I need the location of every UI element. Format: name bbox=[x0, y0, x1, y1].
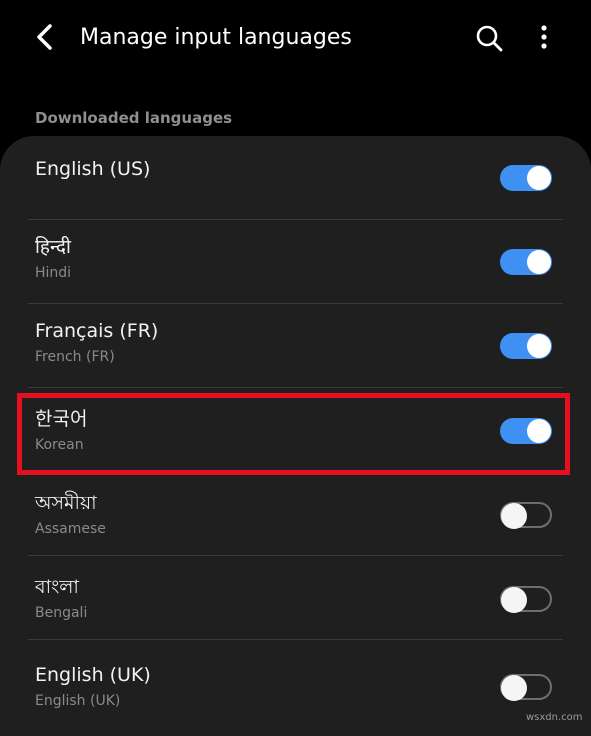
toggle-knob bbox=[527, 250, 551, 274]
back-button[interactable] bbox=[26, 18, 66, 58]
language-toggle[interactable] bbox=[500, 502, 552, 529]
language-toggle[interactable] bbox=[500, 674, 552, 701]
section-header: Downloaded languages bbox=[35, 109, 233, 127]
more-options-button[interactable] bbox=[524, 18, 564, 58]
toggle-knob bbox=[501, 587, 527, 613]
language-name: English (US) bbox=[35, 158, 151, 180]
watermark: wsxdn.com bbox=[526, 712, 583, 723]
language-name: हिन्दी bbox=[35, 236, 71, 258]
language-subtitle: Bengali bbox=[35, 605, 88, 621]
page-title: Manage input languages bbox=[80, 25, 352, 50]
toggle-knob bbox=[501, 675, 527, 701]
language-list-card: English (US) हिन्दी Hindi Français (FR) … bbox=[0, 136, 591, 736]
language-subtitle: English (UK) bbox=[35, 693, 121, 709]
toggle-knob bbox=[527, 166, 551, 190]
language-toggle[interactable] bbox=[500, 586, 552, 613]
language-row-korean[interactable]: 한국어 Korean bbox=[0, 388, 591, 472]
language-subtitle: Korean bbox=[35, 437, 84, 453]
toggle-knob bbox=[527, 334, 551, 358]
app-bar: Manage input languages bbox=[0, 0, 591, 78]
language-toggle[interactable] bbox=[500, 333, 552, 359]
language-row-assamese[interactable]: অসমীয়া Assamese bbox=[0, 472, 591, 556]
language-name: English (UK) bbox=[35, 664, 151, 686]
language-name: বাংলা bbox=[35, 576, 79, 598]
language-name: Français (FR) bbox=[35, 320, 159, 342]
language-toggle[interactable] bbox=[500, 418, 552, 444]
language-row-french[interactable]: Français (FR) French (FR) bbox=[0, 304, 591, 388]
language-name: অসমীয়া bbox=[35, 492, 97, 514]
language-row-bengali[interactable]: বাংলা Bengali bbox=[0, 556, 591, 640]
language-row-english-us[interactable]: English (US) bbox=[0, 136, 591, 220]
language-subtitle: Assamese bbox=[35, 521, 106, 537]
language-toggle[interactable] bbox=[500, 165, 552, 191]
toggle-knob bbox=[527, 419, 551, 443]
toggle-knob bbox=[501, 503, 527, 529]
language-row-english-uk[interactable]: English (UK) English (UK) bbox=[0, 640, 591, 724]
language-name: 한국어 bbox=[35, 408, 88, 430]
back-arrow-icon bbox=[37, 24, 52, 50]
more-vertical-icon bbox=[541, 25, 547, 49]
language-subtitle: Hindi bbox=[35, 265, 72, 281]
language-subtitle: French (FR) bbox=[35, 349, 115, 365]
language-row-hindi[interactable]: हिन्दी Hindi bbox=[0, 220, 591, 304]
search-icon bbox=[476, 25, 503, 52]
language-toggle[interactable] bbox=[500, 249, 552, 275]
search-button[interactable] bbox=[470, 18, 510, 58]
